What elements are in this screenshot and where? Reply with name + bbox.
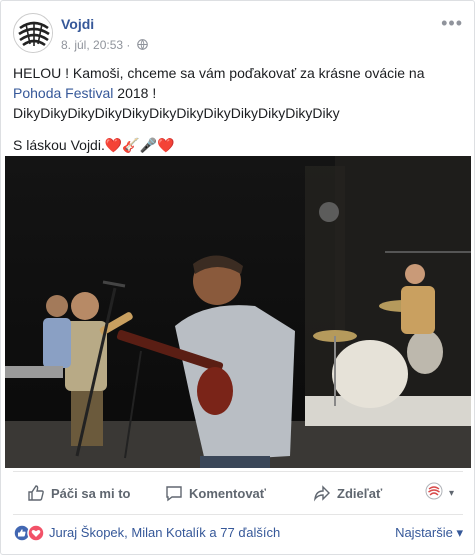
more-options-icon[interactable]: •••	[441, 13, 463, 34]
year-text: 2018 !	[113, 85, 157, 101]
comment-button[interactable]: Komentovať	[165, 484, 266, 502]
chevron-down-icon: ▾	[449, 488, 455, 499]
avatar[interactable]	[13, 13, 53, 53]
comment-sort-dropdown[interactable]: Najstaršie ▾	[395, 525, 463, 541]
post-text-line-1: HELOU ! Kamoši, chceme sa vám poďakovať …	[13, 63, 463, 103]
share-button[interactable]: Zdieľať	[313, 484, 382, 502]
page-avatar-icon	[425, 482, 443, 500]
author-name[interactable]: Vojdi	[61, 16, 94, 32]
comment-icon	[166, 486, 182, 502]
globe-icon[interactable]	[136, 39, 148, 50]
post-timestamp[interactable]: 8. júl, 20:53 ·	[61, 38, 148, 52]
greeting-text: HELOU ! Kamoši, chceme sa vám poďakovať …	[13, 65, 425, 81]
thanks-text: DikyDikyDikyDikyDikyDikyDikyDikyDikyDiky…	[13, 105, 340, 121]
sign-off-line: S láskou Vojdi.❤️🎸🎤❤️	[13, 135, 463, 155]
sign-off-text: S láskou Vojdi.	[13, 137, 105, 153]
festival-link[interactable]: Pohoda Festival	[13, 85, 113, 101]
post-header: Vojdi 8. júl, 20:53 · •••	[13, 13, 463, 55]
action-bar: Páči sa mi to Komentovať Zdieľať ▾	[13, 471, 463, 511]
post-card: Vojdi 8. júl, 20:53 · ••• HELOU ! Kamoši…	[0, 0, 475, 555]
post-text: HELOU ! Kamoši, chceme sa vám poďakovať …	[13, 63, 463, 155]
reaction-names[interactable]: Juraj Škopek, Milan Kotalík a 77 ďalších	[49, 525, 280, 540]
page-selector[interactable]: ▾	[425, 482, 454, 500]
share-label[interactable]: Zdieľať	[337, 486, 382, 501]
reactions-bar: Juraj Škopek, Milan Kotalík a 77 ďalších…	[13, 514, 463, 548]
emoji-sign-off: ❤️🎸🎤❤️	[104, 137, 175, 153]
timestamp-text[interactable]: 8. júl, 20:53 ·	[61, 38, 130, 52]
like-button[interactable]: Páči sa mi to	[27, 484, 130, 502]
reaction-icons[interactable]	[13, 524, 47, 547]
thumbs-up-icon	[28, 485, 44, 501]
comment-label[interactable]: Komentovať	[189, 486, 266, 501]
like-label[interactable]: Páči sa mi to	[51, 486, 130, 501]
share-icon	[313, 485, 330, 502]
concert-photo[interactable]	[5, 156, 471, 468]
